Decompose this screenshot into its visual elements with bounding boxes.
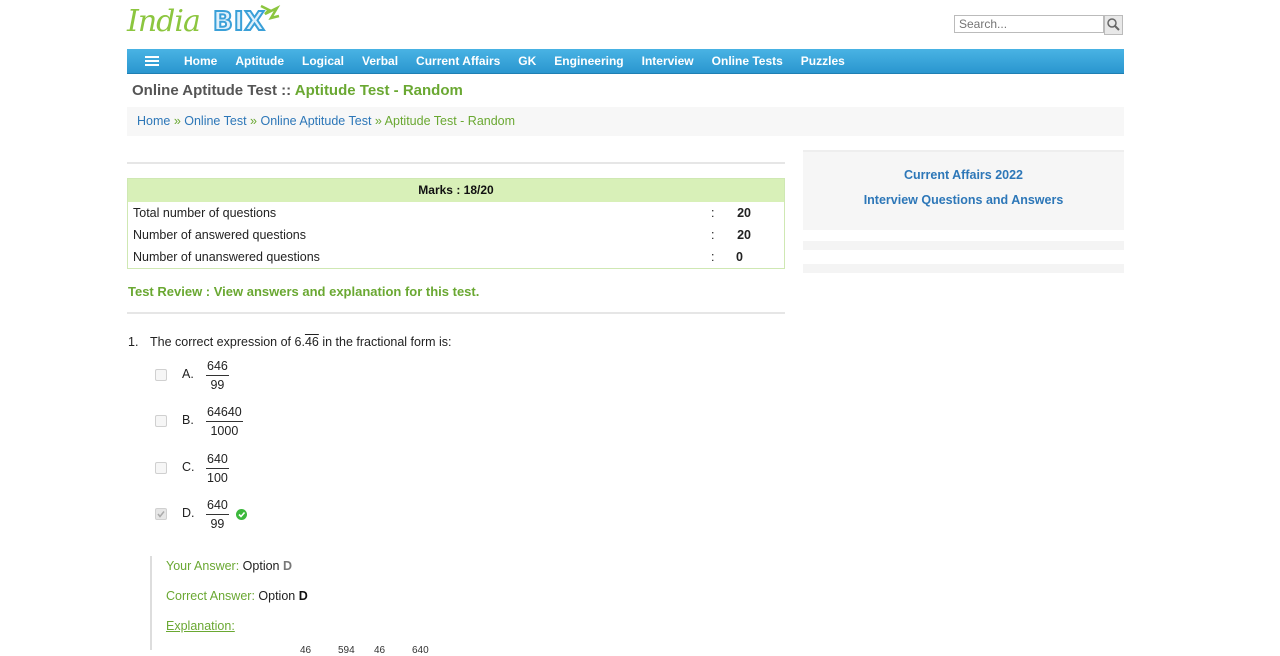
search-icon [1107,18,1120,31]
search-button[interactable] [1104,15,1123,35]
option-checkbox[interactable] [155,415,167,427]
breadcrumb-online-aptitude-test[interactable]: Online Aptitude Test [260,114,371,128]
stat-colon: : [711,250,715,264]
lightning-bolt-icon [260,4,281,20]
option-checkbox-checked[interactable] [155,508,167,520]
your-answer-value: D [282,559,293,573]
logo-bix-text: BIX [212,6,266,38]
option-fraction: 640 99 [206,498,229,531]
page-title: Online Aptitude Test :: Aptitude Test - … [132,82,463,99]
stat-value: 20 [737,206,751,220]
site-logo[interactable]: India BIX [127,2,287,42]
breadcrumb-separator: » [170,114,185,128]
logo-india-text: India [127,4,201,39]
correct-answer-label: Correct Answer: [166,589,255,603]
search-box [954,15,1124,35]
hamburger-menu-icon[interactable] [145,56,159,66]
question-text-after: in the fractional form is: [318,335,452,349]
fraction-denominator: 1000 [210,424,239,438]
correct-answer-prefix: Option [254,589,299,603]
stat-row-total: Total number of questions : 20 [133,202,773,224]
nav-item-verbal[interactable]: Verbal [362,54,398,68]
fraction-numerator: 646 [206,359,229,376]
fraction-numerator: 640 [206,498,229,515]
nav-item-online-tests[interactable]: Online Tests [712,54,783,68]
nav-item-engineering[interactable]: Engineering [554,54,623,68]
explanation-fragment: 594 [338,645,355,656]
your-answer-prefix: Option [239,559,283,573]
fraction-denominator: 100 [207,471,228,485]
nav-item-interview[interactable]: Interview [642,54,694,68]
test-review-link[interactable]: Test Review : View answers and explanati… [128,284,479,299]
page-title-prefix: Online Aptitude Test :: [132,82,295,99]
explanation-fragment: 640 [412,645,429,656]
breadcrumb-home[interactable]: Home [137,114,170,128]
breadcrumb-current: Aptitude Test - Random [384,114,516,128]
nav-item-puzzles[interactable]: Puzzles [801,54,845,68]
breadcrumb-online-test[interactable]: Online Test [184,114,246,128]
search-input[interactable] [954,15,1104,33]
answer-block-border [150,556,152,650]
option-fraction: 64640 1000 [206,405,243,438]
correct-answer: Correct Answer: Option D [166,589,308,603]
stat-colon: : [711,206,715,220]
option-fraction: 646 99 [206,359,229,392]
stat-label: Number of answered questions [133,228,307,242]
correct-check-icon [236,509,247,520]
your-answer-label: Your Answer: [166,559,240,573]
option-letter: B. [182,413,194,427]
sidebar-links-panel: Current Affairs 2022 Interview Questions… [803,150,1124,230]
fraction-numerator: 640 [206,452,229,469]
correct-answer-value: D [298,589,308,603]
explanation-label[interactable]: Explanation: [166,619,235,633]
explanation-fragment: 46 [300,645,312,656]
stat-label: Number of unanswered questions [133,250,320,264]
fraction-denominator: 99 [210,378,225,392]
question-number: 1. [128,335,139,349]
stat-label: Total number of questions [133,206,277,220]
option-letter: A. [182,367,194,381]
option-checkbox[interactable] [155,462,167,474]
divider [127,162,785,164]
sidebar-link-interview-qa[interactable]: Interview Questions and Answers [803,193,1124,207]
option-fraction: 640 100 [206,452,229,485]
nav-item-aptitude[interactable]: Aptitude [235,54,284,68]
fraction-denominator: 99 [210,517,225,531]
nav-item-home[interactable]: Home [184,54,217,68]
nav-item-gk[interactable]: GK [518,54,536,68]
stat-value: 20 [737,228,751,242]
option-checkbox[interactable] [155,369,167,381]
nav-item-logical[interactable]: Logical [302,54,344,68]
page-title-highlight: Aptitude Test - Random [294,82,463,99]
main-navbar: Home Aptitude Logical Verbal Current Aff… [127,49,1124,74]
checkmark-icon [157,511,165,518]
marks-heading: Marks : 18/20 [128,179,784,202]
option-letter: C. [182,460,195,474]
question-text-before: The correct expression of 6. [150,335,305,349]
stat-row-answered: Number of answered questions : 20 [133,224,773,246]
marks-summary: Marks : 18/20 Total number of questions … [127,178,785,269]
stat-row-unanswered: Number of unanswered questions : 0 [133,246,773,268]
question-repeating-digits: 46 [304,335,319,349]
fraction-numerator: 64640 [206,405,243,422]
question-text: 1. The correct expression of 6.46 in the … [128,335,452,349]
your-answer: Your Answer: Option D [166,559,292,573]
breadcrumb-separator: » [246,114,261,128]
stat-value: 0 [736,250,743,264]
sidebar-placeholder [803,264,1124,273]
sidebar-placeholder [803,241,1124,250]
sidebar-link-current-affairs[interactable]: Current Affairs 2022 [803,168,1124,182]
breadcrumb: Home » Online Test » Online Aptitude Tes… [127,107,1124,136]
option-letter: D. [182,506,195,520]
nav-items: Home Aptitude Logical Verbal Current Aff… [184,49,863,73]
nav-item-current-affairs[interactable]: Current Affairs [416,54,500,68]
explanation-fragment: 46 [374,645,386,656]
divider [127,312,785,314]
breadcrumb-separator: » [371,114,385,128]
stat-colon: : [711,228,715,242]
